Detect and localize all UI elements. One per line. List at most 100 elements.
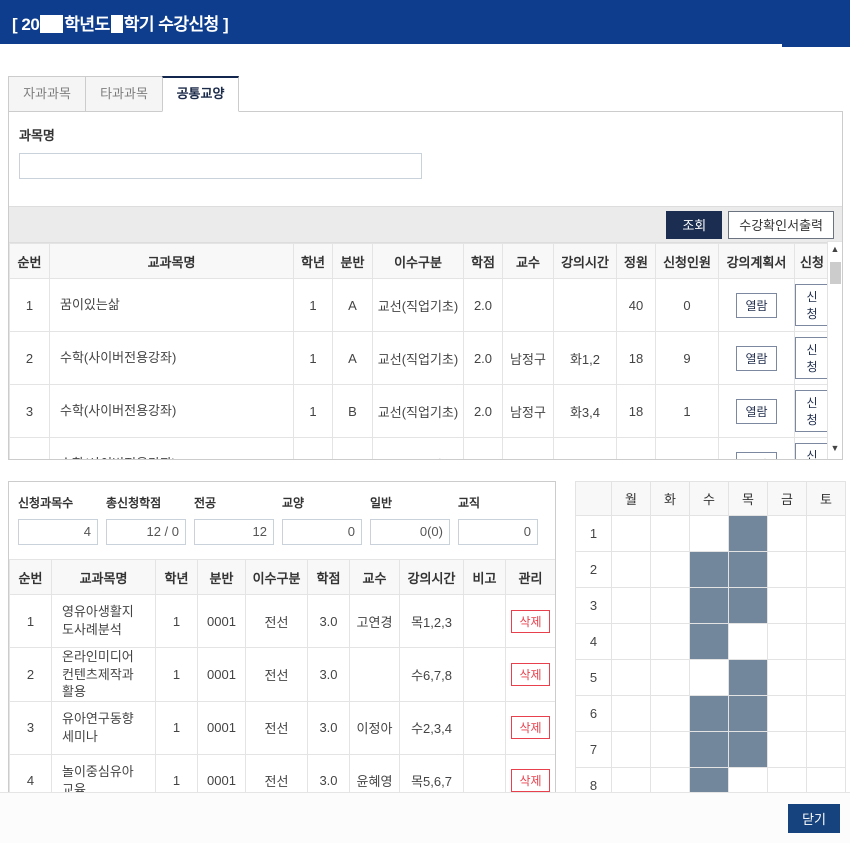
syllabus-view-button[interactable]: 열람 — [736, 346, 776, 371]
scroll-down-icon[interactable]: ▼ — [828, 441, 842, 455]
cell-note — [464, 701, 506, 754]
cell-time: 수2,3,4 — [400, 701, 464, 754]
cell-apply: 신청 — [795, 279, 830, 332]
registered-courses-panel: 신청과목수4총신청학점12 / 0전공12교양0일반0(0)교직0 순번교과목명… — [8, 481, 556, 843]
timetable-header-row: 월화수목금토 — [576, 482, 846, 516]
timetable-cell — [768, 516, 807, 552]
summary-label: 일반 — [370, 494, 450, 511]
cell-type: 교선(직업기초) — [373, 385, 464, 438]
cell-name: 유아연구동향세미나 — [52, 701, 156, 754]
column-header: 교과목명 — [50, 244, 294, 279]
timetable-cell — [690, 516, 729, 552]
tab-other-dept-courses[interactable]: 타과과목 — [85, 76, 162, 112]
timetable-cell — [651, 552, 690, 588]
delete-button[interactable]: 삭제 — [511, 769, 549, 792]
redacted-semester-box — [111, 15, 123, 33]
tab-own-dept-courses[interactable]: 자과과목 — [8, 76, 85, 112]
cell-credit: 2.0 — [464, 279, 503, 332]
timetable-cell — [612, 588, 651, 624]
cell-section: 0001 — [198, 701, 246, 754]
timetable-row: 1 — [576, 516, 846, 552]
cell-year: 1 — [294, 279, 333, 332]
timetable-cell — [612, 552, 651, 588]
tab-common-liberal-arts[interactable]: 공통교양 — [162, 76, 239, 112]
cell-section: A — [333, 279, 373, 332]
course-row: 2수학(사이버전용강좌)1A교선(직업기초)2.0남정구화1,2189열람신청 — [10, 332, 830, 385]
timetable-cell — [807, 732, 846, 768]
scrollbar-thumb[interactable] — [830, 262, 841, 284]
column-header: 강의시간 — [400, 560, 464, 595]
summary-field: 신청과목수 4 — [18, 494, 98, 545]
cell-type: 교선(직업기초) — [373, 332, 464, 385]
column-header: 학점 — [464, 244, 503, 279]
column-header: 학점 — [308, 560, 350, 595]
cell-year: 1 — [294, 385, 333, 438]
apply-button[interactable]: 신청 — [795, 443, 829, 460]
cell-professor: 남정구 — [503, 385, 554, 438]
timetable-day-header: 월 — [612, 482, 651, 516]
table-scrollbar[interactable]: ▲ ▼ — [827, 241, 842, 460]
apply-button[interactable]: 신청 — [795, 390, 829, 432]
cell-name: 수학(사이버전용강좌) — [50, 438, 294, 461]
scroll-up-icon[interactable]: ▲ — [828, 242, 842, 256]
action-bar: 조회 수강확인서출력 — [9, 206, 842, 243]
cell-year: 1 — [294, 438, 333, 461]
cell-name: 영유아생활지도사례분석 — [52, 595, 156, 648]
close-button[interactable]: 닫기 — [788, 804, 840, 833]
cell-year: 1 — [294, 332, 333, 385]
delete-button[interactable]: 삭제 — [511, 610, 549, 633]
cell-section: 0001 — [198, 595, 246, 648]
column-header: 교과목명 — [52, 560, 156, 595]
timetable-row: 6 — [576, 696, 846, 732]
delete-button[interactable]: 삭제 — [511, 716, 549, 739]
search-area: 과목명 — [9, 112, 842, 206]
timetable-cell — [807, 588, 846, 624]
timetable-cell — [768, 552, 807, 588]
course-row: 1꿈이있는삶1A교선(직업기초)2.0400열람신청 — [10, 279, 830, 332]
timetable-cell-filled — [729, 588, 768, 624]
course-name-input[interactable] — [19, 153, 422, 179]
column-header: 신청 — [795, 244, 830, 279]
column-header: 이수구분 — [246, 560, 308, 595]
cell-section: B — [333, 385, 373, 438]
delete-button[interactable]: 삭제 — [511, 663, 549, 686]
summary-value: 4 — [18, 519, 98, 545]
summary-field: 총신청학점12 / 0 — [106, 494, 186, 545]
summary-label: 교직 — [458, 494, 538, 511]
apply-button[interactable]: 신청 — [795, 337, 829, 379]
cell-type: 전선 — [246, 701, 308, 754]
timetable-row: 5 — [576, 660, 846, 696]
print-confirmation-button[interactable]: 수강확인서출력 — [728, 211, 834, 239]
summary-label: 신청과목수 — [18, 494, 98, 511]
timetable-cell-filled — [729, 660, 768, 696]
timetable-cell — [768, 732, 807, 768]
cell-note — [464, 595, 506, 648]
cell-applied: 10 — [656, 438, 719, 461]
syllabus-view-button[interactable]: 열람 — [736, 452, 776, 461]
timetable-cell — [651, 732, 690, 768]
cell-time: 목1,2,3 — [400, 595, 464, 648]
query-button[interactable]: 조회 — [666, 211, 722, 239]
window-titlebar: [ 20학년도학기 수강신청 ] — [0, 0, 850, 44]
timetable-period-label: 4 — [576, 624, 612, 660]
course-table: 순번교과목명학년분반이수구분학점교수강의시간정원신청인원강의계획서신청 1꿈이있… — [9, 243, 830, 460]
summary-field: 교양0 — [282, 494, 362, 545]
timetable-cell — [612, 660, 651, 696]
timetable-cell-filled — [690, 696, 729, 732]
summary-value: 0(0) — [370, 519, 450, 545]
syllabus-view-button[interactable]: 열람 — [736, 399, 776, 424]
cell-section: A — [333, 332, 373, 385]
timetable-day-header: 목 — [729, 482, 768, 516]
apply-button[interactable]: 신청 — [795, 284, 829, 326]
column-header: 순번 — [10, 560, 52, 595]
summary-value: 12 — [194, 519, 274, 545]
syllabus-view-button[interactable]: 열람 — [736, 293, 776, 318]
cell-no: 3 — [10, 701, 52, 754]
cell-credit: 3.0 — [308, 701, 350, 754]
timetable-day-header: 금 — [768, 482, 807, 516]
cell-syllabus: 열람 — [719, 279, 795, 332]
cell-name: 수학(사이버전용강좌) — [50, 332, 294, 385]
course-search-panel: 과목명 조회 수강확인서출력 순번교과목명학년분반이수구분학점교수강의시간정원신… — [8, 111, 843, 460]
summary-field: 전공12 — [194, 494, 274, 545]
summary-label: 교양 — [282, 494, 362, 511]
